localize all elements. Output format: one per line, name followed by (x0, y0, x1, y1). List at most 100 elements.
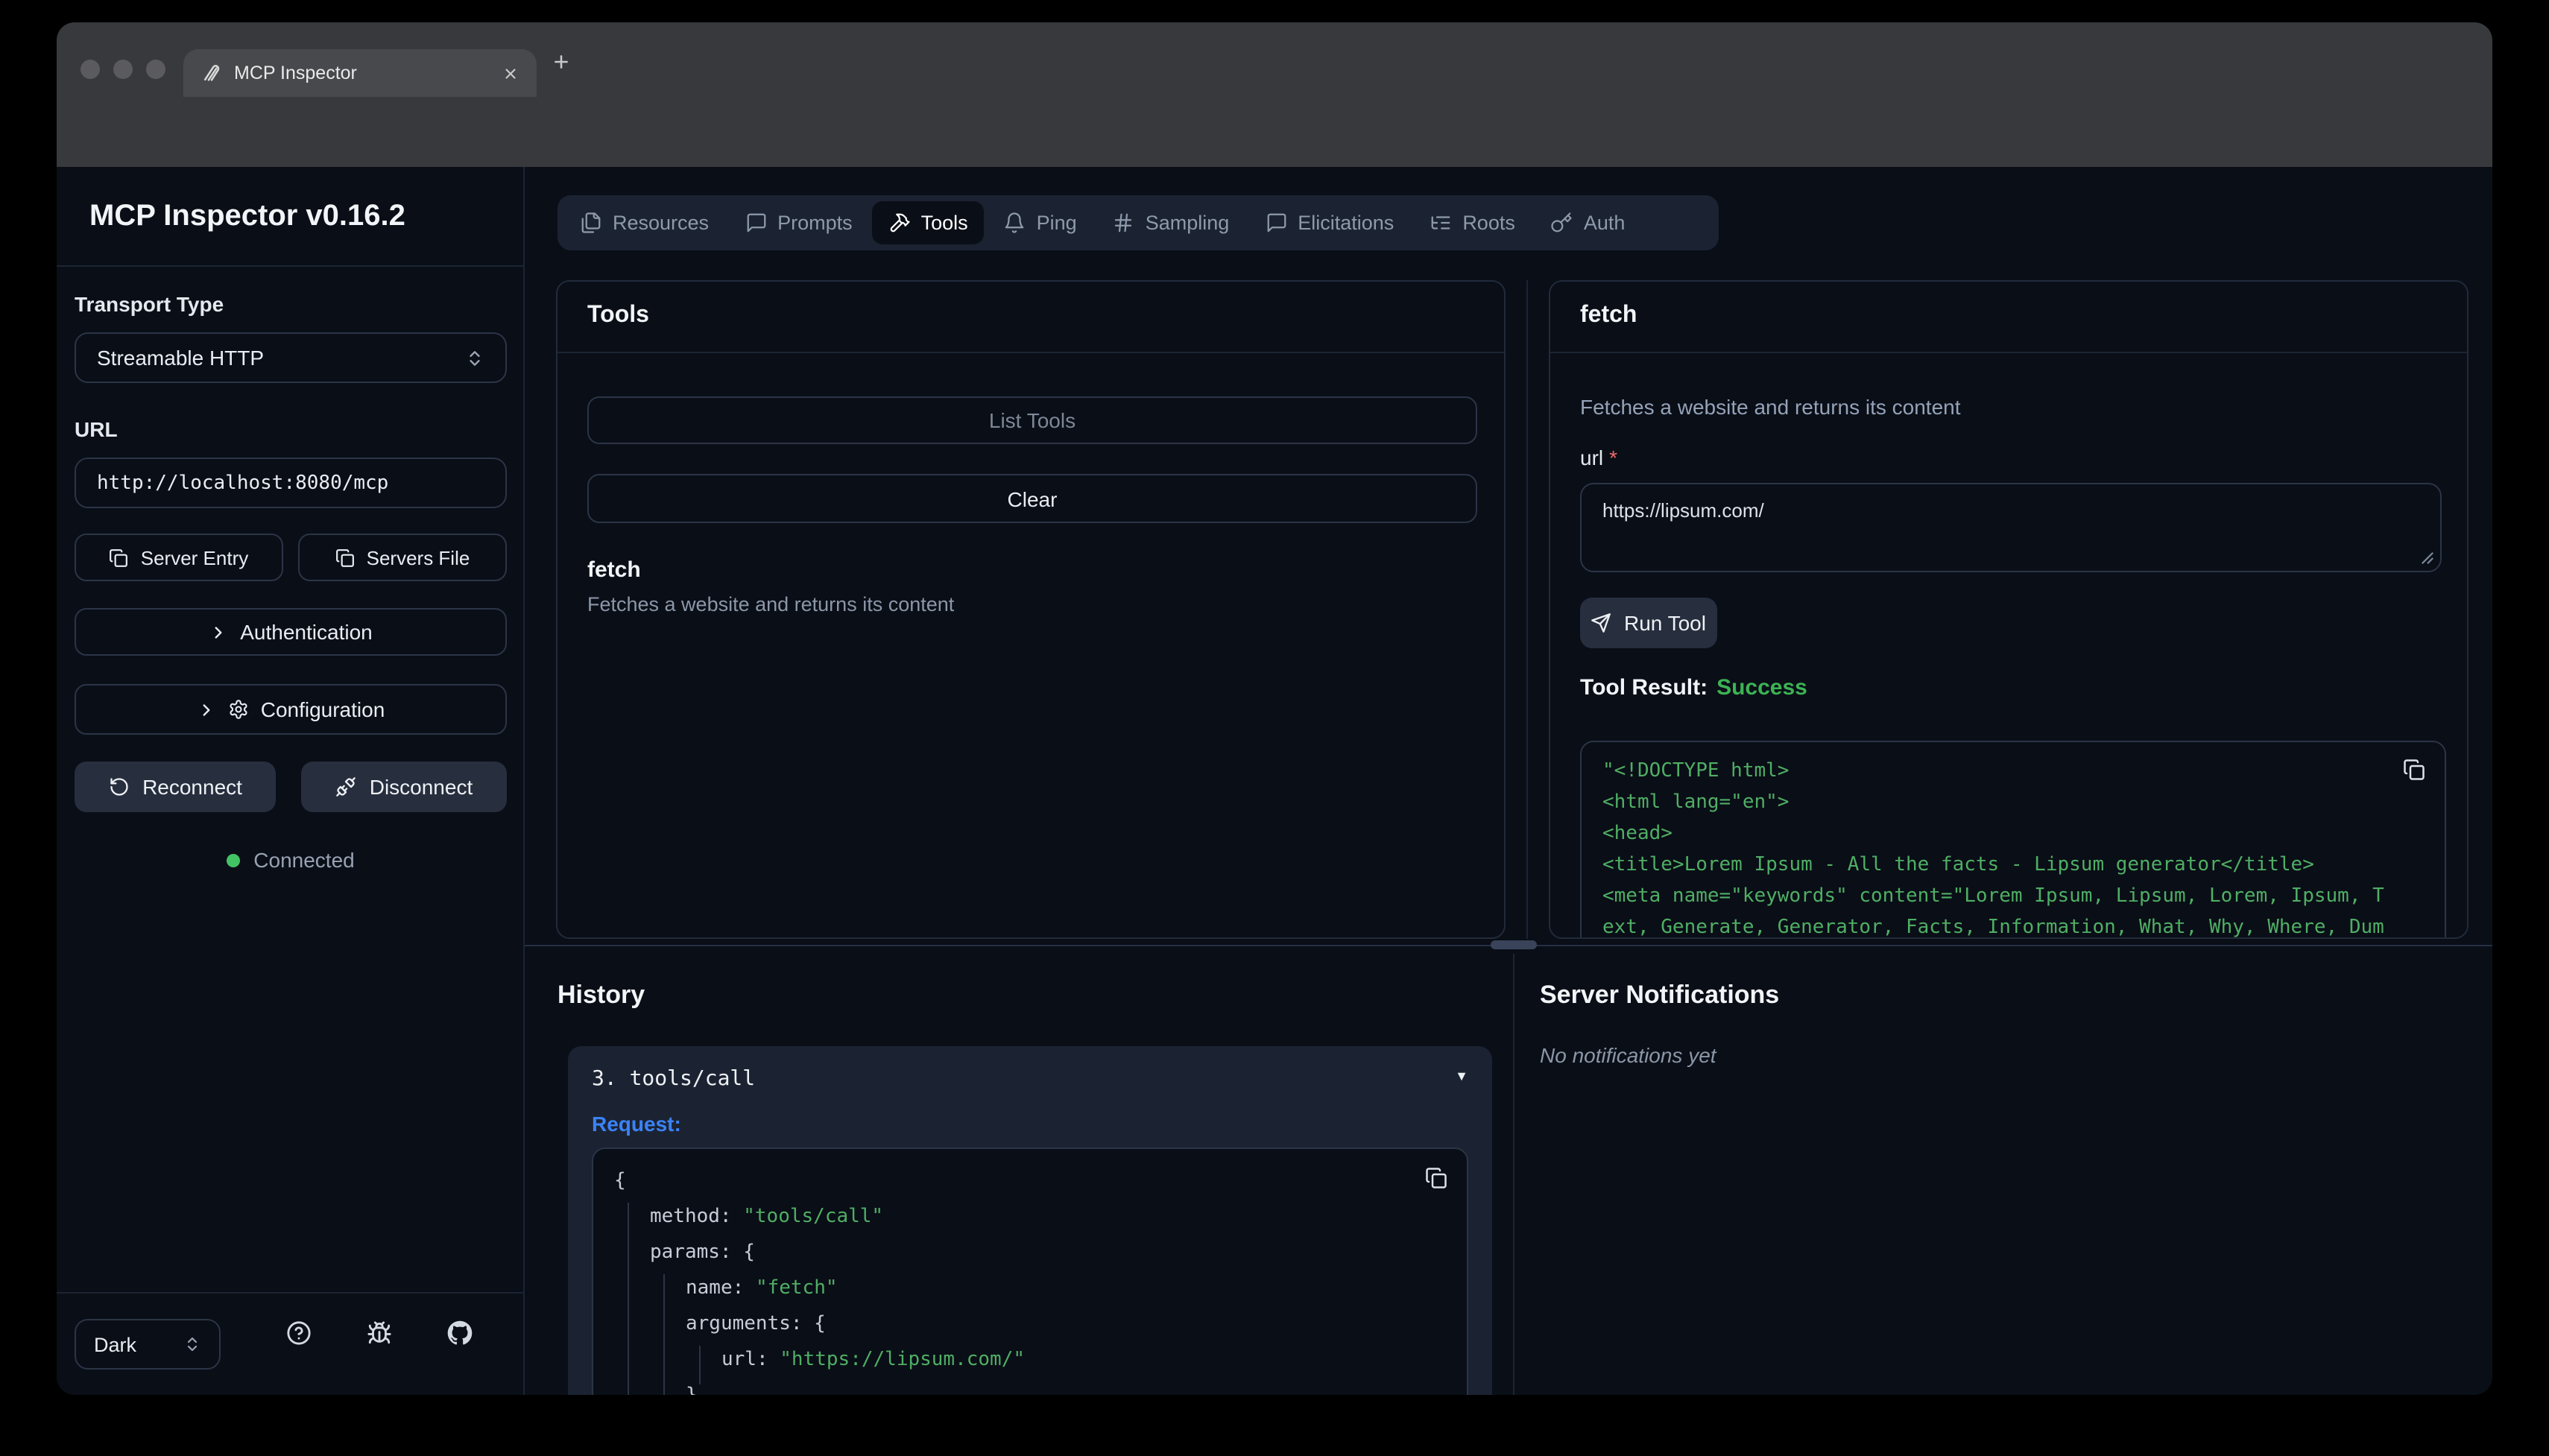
transport-type-value: Streamable HTTP (97, 346, 465, 370)
configuration-button[interactable]: Configuration (75, 684, 507, 735)
tools-panel: Tools List Tools Clear fetchFetches a we… (556, 280, 1506, 939)
bell-icon (1004, 212, 1026, 234)
help-icon[interactable] (286, 1320, 312, 1346)
notifications-title: Server Notifications (1540, 981, 1779, 1010)
tab-roots[interactable]: Roots (1413, 201, 1532, 244)
history-entry-label: 3. tools/call (592, 1067, 755, 1091)
bug-icon[interactable] (367, 1320, 392, 1346)
tool-detail-header: fetch (1550, 282, 2467, 353)
main-area: ResourcesPromptsToolsPingSamplingElicita… (525, 167, 2492, 1395)
divider-drag-handle[interactable] (1491, 940, 1537, 949)
result-code-line: <title>Lorem Ipsum - All the facts - Lip… (1602, 849, 2424, 881)
chevron-right-icon (209, 622, 228, 642)
history-entry[interactable]: 3. tools/call ▼ Request: {method: "tools… (568, 1046, 1492, 1395)
chevron-right-icon (197, 700, 216, 719)
transport-type-label: Transport Type (75, 292, 224, 316)
rotate-ccw-icon (108, 776, 129, 797)
url-label: URL (75, 417, 118, 441)
tool-list-item[interactable]: fetchFetches a website and returns its c… (587, 557, 1474, 615)
browser-titlebar: MCP Inspector (57, 22, 2492, 97)
new-tab-button[interactable] (552, 52, 571, 72)
theme-select[interactable]: Dark (75, 1319, 221, 1370)
result-code-line: ext, Generate, Generator, Facts, Informa… (1602, 912, 2424, 939)
tool-description: Fetches a website and returns its conten… (1580, 395, 1961, 419)
tool-detail-panel: fetch Fetches a website and returns its … (1549, 280, 2469, 939)
servers-file-button[interactable]: Servers File (298, 534, 507, 581)
hash-icon (1113, 212, 1135, 234)
tab-resources[interactable]: Resources (563, 201, 725, 244)
server-url-value: http://localhost:8080/mcp (97, 472, 484, 494)
notifications-empty-text: No notifications yet (1540, 1043, 1716, 1067)
tools-panel-title: Tools (587, 303, 649, 329)
request-code-line: params: { (614, 1235, 1446, 1271)
tab-prompts[interactable]: Prompts (728, 201, 869, 244)
server-entry-button[interactable]: Server Entry (75, 534, 283, 581)
send-icon (1591, 613, 1612, 633)
request-code-line: method: "tools/call" (614, 1200, 1446, 1235)
bottom-panel-divider[interactable] (1513, 954, 1514, 1395)
message-icon (745, 212, 767, 234)
window-close-button[interactable] (80, 59, 100, 78)
tool-result-label: Tool Result:Success (1580, 675, 1807, 700)
chevrons-up-down-icon (183, 1335, 201, 1353)
unplug-icon (335, 776, 356, 797)
chevrons-up-down-icon (465, 348, 484, 367)
tree-icon (1430, 212, 1452, 234)
list-tools-button[interactable]: List Tools (587, 396, 1477, 444)
disconnect-button[interactable]: Disconnect (301, 762, 507, 812)
mcp-logo-icon (201, 63, 222, 83)
tool-detail-title: fetch (1580, 303, 1637, 329)
result-code-line: <html lang="en"> (1602, 787, 2424, 818)
request-code-lines: {method: "tools/call"params: {name: "fet… (614, 1164, 1446, 1395)
panel-divider-vertical[interactable] (1526, 280, 1528, 939)
status-text: Connected (253, 848, 354, 872)
sidebar-divider (57, 265, 523, 267)
sidebar-footer: Dark (57, 1292, 525, 1395)
theme-value: Dark (94, 1333, 183, 1355)
param-value: https://lipsum.com/ (1602, 499, 1764, 522)
authentication-button[interactable]: Authentication (75, 608, 507, 656)
request-code-block: {method: "tools/call"params: {name: "fet… (592, 1148, 1468, 1395)
transport-type-select[interactable]: Streamable HTTP (75, 332, 507, 383)
result-code-block: "<!DOCTYPE html><html lang="en"><head><t… (1580, 741, 2446, 939)
required-marker: * (1609, 446, 1617, 469)
server-url-input[interactable]: http://localhost:8080/mcp (75, 458, 507, 508)
result-code-line: <head> (1602, 818, 2424, 849)
github-icon[interactable] (447, 1320, 473, 1346)
tab-elicitations[interactable]: Elicitations (1248, 201, 1410, 244)
tab-ping[interactable]: Ping (988, 201, 1093, 244)
request-code-line: } (614, 1379, 1446, 1395)
param-label: url* (1580, 446, 1617, 469)
window-zoom-button[interactable] (146, 59, 165, 78)
request-code-line: url: "https://lipsum.com/" (614, 1343, 1446, 1379)
files-icon (580, 212, 602, 234)
copy-icon[interactable] (1425, 1167, 1447, 1189)
run-tool-button[interactable]: Run Tool (1580, 598, 1717, 648)
tab-tools[interactable]: Tools (872, 201, 985, 244)
nav-tabs: ResourcesPromptsToolsPingSamplingElicita… (558, 195, 1719, 250)
browser-window: MCP Inspector localhost:6274/?MCP_PROXY_… (57, 22, 2492, 1395)
connection-status: Connected (57, 848, 525, 872)
copy-icon (110, 548, 129, 567)
tab-title: MCP Inspector (234, 63, 490, 83)
tab-close-icon[interactable] (502, 65, 519, 81)
clear-button[interactable]: Clear (587, 474, 1477, 523)
window-minimize-button[interactable] (113, 59, 133, 78)
copy-icon[interactable] (2403, 759, 2425, 781)
collapse-caret-icon[interactable]: ▼ (1455, 1069, 1468, 1083)
message-icon (1265, 212, 1287, 234)
result-code-line: "<!DOCTYPE html> (1602, 756, 2424, 787)
indent-guide (699, 1346, 701, 1384)
app-content: MCP Inspector v0.16.2 Transport Type Str… (57, 167, 2492, 1395)
resize-handle-icon[interactable] (2421, 551, 2434, 565)
request-code-line: arguments: { (614, 1307, 1446, 1343)
request-code-line: name: "fetch" (614, 1271, 1446, 1307)
tab-sampling[interactable]: Sampling (1096, 201, 1246, 244)
app-title: MCP Inspector v0.16.2 (89, 200, 405, 234)
browser-tab[interactable]: MCP Inspector (183, 49, 537, 97)
param-input[interactable]: https://lipsum.com/ (1580, 483, 2442, 572)
reconnect-button[interactable]: Reconnect (75, 762, 276, 812)
tab-auth[interactable]: Auth (1535, 201, 1642, 244)
history-title: History (558, 981, 645, 1010)
result-status-badge: Success (1716, 675, 1807, 700)
